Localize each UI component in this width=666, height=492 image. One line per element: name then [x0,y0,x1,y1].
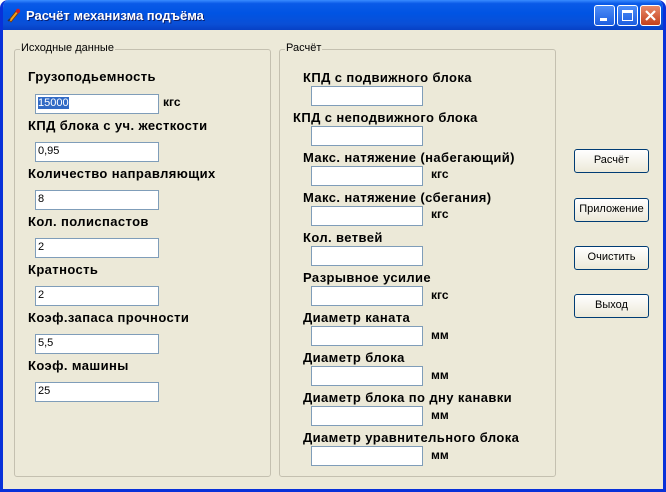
machine-coefficient-value: 25 [38,385,51,397]
calculate-button[interactable]: Расчёт [574,149,649,173]
title-bar[interactable]: Расчёт механизма подъёма [3,0,663,30]
calc-group-title: Расчёт [285,42,323,54]
lifting-capacity-input[interactable]: 15000 [35,94,159,114]
block-diameter-label: Диаметр блока [303,350,405,365]
movable-block-efficiency-label: КПД с подвижного блока [303,70,472,85]
branches-count-label: Кол. ветвей [303,230,383,245]
equalizing-block-diameter-unit: мм [431,448,449,462]
maximize-icon [622,10,633,21]
breaking-force-unit: кгс [431,288,449,302]
close-button[interactable] [640,5,661,26]
block-diameter-output[interactable] [311,366,423,386]
rope-diameter-unit: мм [431,328,449,342]
input-group-title: Исходные данные [20,42,115,54]
groove-bottom-diameter-unit: мм [431,408,449,422]
safety-factor-value: 5,5 [38,337,54,349]
guides-count-input[interactable]: 8 [35,190,159,210]
block-efficiency-input[interactable]: 0,95 [35,142,159,162]
fixed-block-efficiency-output[interactable] [311,126,423,146]
window-title: Расчёт механизма подъёма [26,8,204,23]
block-diameter-unit: мм [431,368,449,382]
movable-block-efficiency-output[interactable] [311,86,423,106]
branches-count-output[interactable] [311,246,423,266]
machine-coefficient-label: Коэф. машины [28,358,129,373]
block-efficiency-value: 0,95 [38,145,60,157]
rope-diameter-output[interactable] [311,326,423,346]
multiplicity-input[interactable]: 2 [35,286,159,306]
breaking-force-label: Разрывное усилие [303,270,432,285]
machine-coefficient-input[interactable]: 25 [35,382,159,402]
multiplicity-label: Кратность [28,262,99,277]
max-tension-running-unit: кгс [431,167,449,181]
max-tension-descending-output[interactable] [311,206,423,226]
max-tension-descending-unit: кгс [431,207,449,221]
close-icon [645,10,656,21]
multiplicity-value: 2 [38,289,45,301]
groove-bottom-diameter-output[interactable] [311,406,423,426]
max-tension-descending-label: Макс. натяжение (сбегания) [303,190,492,205]
breaking-force-output[interactable] [311,286,423,306]
max-tension-running-output[interactable] [311,166,423,186]
maximize-button[interactable] [617,5,638,26]
lifting-capacity-value: 15000 [38,97,69,109]
safety-factor-input[interactable]: 5,5 [35,334,159,354]
pulley-systems-input[interactable]: 2 [35,238,159,258]
exit-button[interactable]: Выход [574,294,649,318]
app-icon [7,8,21,23]
pulley-systems-value: 2 [38,241,45,253]
guides-count-label: Количество направляющих [28,166,216,181]
fixed-block-efficiency-label: КПД с неподвижного блока [293,110,478,125]
equalizing-block-diameter-output[interactable] [311,446,423,466]
rope-diameter-label: Диаметр каната [303,310,411,325]
clear-button[interactable]: Очистить [574,246,649,270]
groove-bottom-diameter-label: Диаметр блока по дну канавки [303,390,513,405]
safety-factor-label: Коэф.запаса прочности [28,310,190,325]
guides-count-value: 8 [38,193,45,205]
app-window: Расчёт механизма подъёма Исходные данные… [0,0,666,492]
minimize-icon [600,18,607,21]
lifting-capacity-unit: кгс [163,95,181,109]
appendix-button[interactable]: Приложение [574,198,649,222]
equalizing-block-diameter-label: Диаметр уравнительного блока [303,430,520,445]
pulley-systems-label: Кол. полиспастов [28,214,149,229]
minimize-button[interactable] [594,5,615,26]
max-tension-running-label: Макс. натяжение (набегающий) [303,150,515,165]
lifting-capacity-label: Грузоподьемность [28,69,156,84]
block-efficiency-label: КПД блока с уч. жесткости [28,118,208,133]
